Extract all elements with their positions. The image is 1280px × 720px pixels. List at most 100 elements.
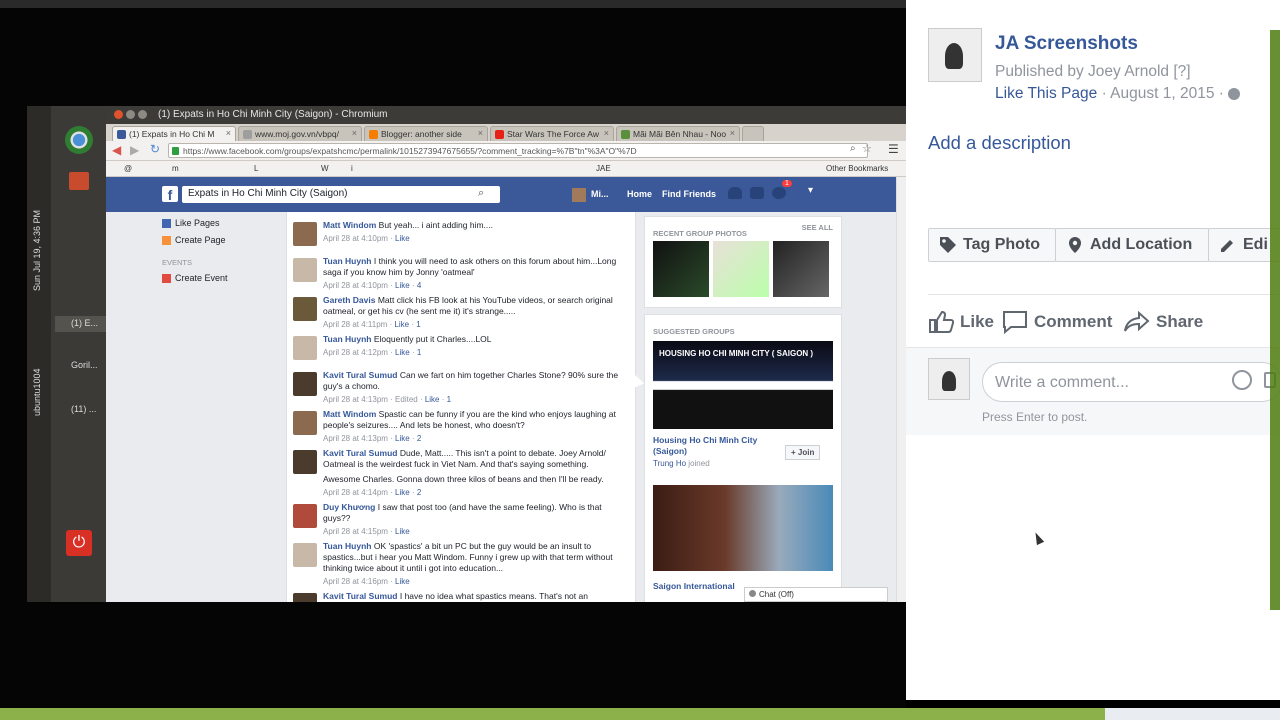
like-link[interactable]: Like [395,434,410,443]
create-page-link[interactable]: Create Page [162,235,226,246]
add-description-link[interactable]: Add a description [928,132,1071,154]
commenter-name[interactable]: Kavit Tural Sumud [323,448,397,458]
album-title[interactable]: JA Screenshots [995,33,1138,55]
back-icon[interactable]: ◀ [112,143,121,157]
group-photo[interactable] [773,241,829,297]
group-banner[interactable]: HOUSING HO CHI MINH CITY ( SAIGON ) [653,341,833,429]
avatar[interactable] [293,336,317,360]
group-photo[interactable] [653,241,709,297]
group-banner[interactable] [653,485,833,571]
group-photo[interactable] [713,241,769,297]
screenshot-photo[interactable]: Sun Jul 19, 4:36 PM ubuntu1004 (1) E... … [27,106,906,602]
bookmark-item[interactable]: JAE [596,164,611,173]
close-tab-icon[interactable]: × [478,128,483,138]
member-name[interactable]: Trung Ho [653,459,686,468]
url-bar[interactable]: https://www.facebook.com/groups/expatshc… [168,143,868,158]
comment-button[interactable]: Comment [1002,308,1112,336]
join-button[interactable]: + Join [785,445,821,460]
search-icon[interactable]: ⌕ [478,187,484,200]
other-bookmarks[interactable]: Other Bookmarks [826,164,888,173]
avatar[interactable] [293,411,317,435]
launcher-window-2[interactable]: Goril... [55,358,106,374]
like-count[interactable]: 1 [447,395,451,404]
share-button[interactable]: Share [1124,308,1203,336]
commenter-name[interactable]: Duy Khương [323,502,375,512]
commenter-name[interactable]: Kavit Tural Sumud [323,591,397,601]
bookmark-item[interactable]: @ [124,164,132,173]
close-tab-icon[interactable]: × [604,128,609,138]
friends-icon[interactable] [728,187,742,199]
commenter-name[interactable]: Tuan Huynh [323,256,371,266]
profile-link[interactable]: Mi... [591,189,609,199]
avatar[interactable] [928,358,970,400]
launcher-window-3[interactable]: (11) ... [55,402,106,418]
close-tab-icon[interactable]: × [352,128,357,138]
tab-moj[interactable]: www.moj.gov.vn/vbpq/ × [238,126,362,141]
commenter-name[interactable]: Matt Windom [323,220,376,230]
messages-icon[interactable] [750,187,764,199]
like-count[interactable]: 4 [417,281,421,290]
commenter-name[interactable]: Matt Windom [323,409,376,419]
forward-icon[interactable]: ▶ [130,143,139,157]
bookmark-item[interactable]: i [351,164,353,173]
maximize-window-icon[interactable] [138,110,147,119]
facebook-search-input[interactable]: Expats in Ho Chi Minh City (Saigon) [182,186,500,203]
find-friends-link[interactable]: Find Friends [662,189,716,199]
avatar[interactable] [572,188,586,202]
like-button[interactable]: Like [928,308,994,336]
like-link[interactable]: Like [395,527,410,536]
zoom-icon[interactable]: ⌕ [850,143,856,154]
facebook-logo-icon[interactable]: f [162,186,178,203]
like-page-link[interactable]: Like This Page [995,85,1097,102]
like-count[interactable]: 2 [417,488,421,497]
tab-blogger[interactable]: Blogger: another side × [364,126,488,141]
minimize-window-icon[interactable] [126,110,135,119]
close-tab-icon[interactable]: × [730,128,735,138]
like-link[interactable]: Like [395,234,410,243]
group-name[interactable]: Saigon International [653,581,735,591]
menu-icon[interactable]: ☰ [888,142,899,156]
tab-youtube[interactable]: Star Wars The Force Aw × [490,126,614,141]
like-count[interactable]: 1 [417,348,421,357]
avatar[interactable] [293,450,317,474]
commenter-name[interactable]: Gareth Davis [323,295,375,305]
globe-icon[interactable] [1228,87,1241,100]
tag-photo-button[interactable]: Tag Photo [928,228,1056,262]
album-thumbnail[interactable] [928,28,982,82]
avatar[interactable] [293,297,317,321]
like-count[interactable]: 2 [417,434,421,443]
like-link[interactable]: Like [395,348,410,357]
avatar[interactable] [293,372,317,396]
avatar[interactable] [293,593,317,602]
commenter-name[interactable]: Tuan Huynh [323,541,371,551]
account-menu-icon[interactable]: ▾ [808,185,813,196]
avatar[interactable] [293,543,317,567]
panel-scrollbar[interactable] [1270,30,1280,610]
like-link[interactable]: Like [425,395,440,404]
bookmark-item[interactable]: L [254,164,258,173]
notifications-icon[interactable] [772,187,786,199]
avatar[interactable] [293,504,317,528]
commenter-name[interactable]: Kavit Tural Sumud [323,370,397,380]
ubuntu-software-icon[interactable] [69,172,89,190]
tab-expats[interactable]: (1) Expats in Ho Chi M × [112,126,236,141]
add-location-button[interactable]: Add Location [1055,228,1209,262]
like-link[interactable]: Like [394,320,409,329]
close-tab-icon[interactable]: × [226,128,231,138]
like-link[interactable]: Like [395,281,410,290]
avatar[interactable] [293,258,317,282]
bookmark-star-icon[interactable]: ☆ [862,142,872,155]
like-pages-link[interactable]: Like Pages [162,218,220,229]
bookmark-item[interactable]: m [172,164,179,173]
page-scrollbar[interactable] [896,177,906,602]
chat-bar[interactable]: Chat (Off) [744,587,888,602]
post-date[interactable]: · August 1, 2015 · [1102,85,1224,102]
tab-mai-mai[interactable]: Mãi Mãi Bên Nhau - Noo × [616,126,740,141]
see-all-link[interactable]: SEE ALL [802,223,833,232]
bookmark-item[interactable]: W [321,164,329,173]
commenter-name[interactable]: Tuan Huynh [323,334,371,344]
close-window-icon[interactable] [114,110,123,119]
reload-icon[interactable]: ↻ [150,142,160,156]
group-name[interactable]: Housing Ho Chi Minh City (Saigon) [653,435,773,457]
like-link[interactable]: Like [395,577,410,586]
